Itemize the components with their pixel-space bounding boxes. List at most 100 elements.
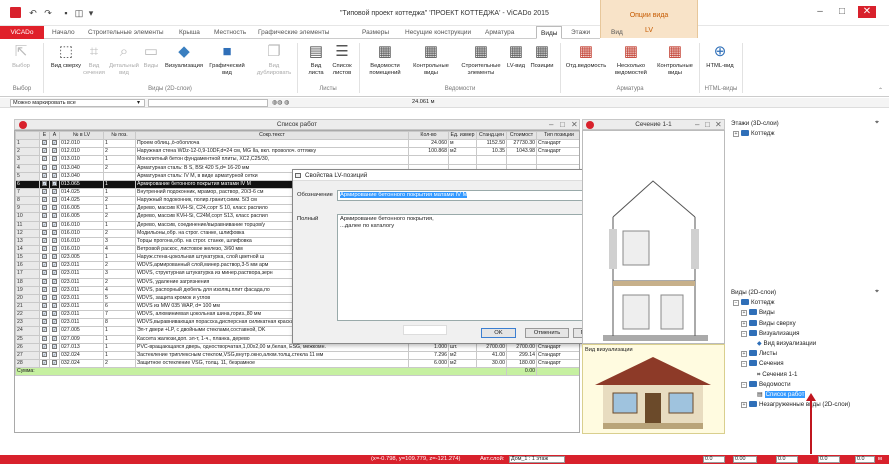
- panel-restore-icon[interactable]: □: [705, 120, 710, 130]
- table-row[interactable]: 1 ✓ ✓ 012.010 1 Проем облиц.,ö-обоплоча 24.060…: [15, 139, 579, 149]
- minimize-icon[interactable]: –: [814, 6, 826, 18]
- checkbox[interactable]: ✓: [42, 246, 47, 252]
- checkbox[interactable]: ✓: [42, 295, 47, 300]
- checkbox[interactable]: ✓: [52, 279, 57, 284]
- checkbox[interactable]: ✓: [42, 205, 47, 211]
- checkbox[interactable]: ✓: [52, 230, 57, 235]
- checkbox[interactable]: ✓: [52, 222, 57, 227]
- pin-icon[interactable]: ⌖: [875, 288, 879, 296]
- checkbox[interactable]: ✓: [42, 360, 47, 365]
- checkbox[interactable]: ✓: [52, 295, 57, 300]
- tree-item-unloaded-views[interactable]: + Незагруженные виды (2D-слои): [727, 400, 887, 410]
- checkbox[interactable]: ✓: [42, 213, 47, 219]
- close-icon[interactable]: ✕: [858, 6, 876, 18]
- checkbox[interactable]: ✓: [42, 189, 47, 195]
- tab-reinforcement[interactable]: Арматура: [485, 26, 514, 39]
- column-header[interactable]: E: [39, 131, 50, 141]
- panel-close-icon[interactable]: ✕: [571, 120, 578, 130]
- detail-view-button[interactable]: ⌕ Детальный вид: [108, 41, 140, 77]
- redo-icon[interactable]: ↷: [43, 8, 53, 18]
- full-text-field[interactable]: Армирование бетонного покрытия, ...далее…: [337, 214, 591, 321]
- expand-icon[interactable]: +: [733, 131, 739, 138]
- tree-item-viz-view[interactable]: ◆ Вид визуализации: [727, 339, 887, 349]
- building-elements-button[interactable]: ▦ Строительные элементы: [458, 41, 504, 77]
- tab-graphic-elements[interactable]: Графические элементы: [258, 26, 329, 39]
- tree-item-views[interactable]: + Виды: [727, 308, 887, 318]
- status-field-1[interactable]: 0.0: [703, 456, 725, 463]
- checkbox[interactable]: ✓: [42, 279, 47, 284]
- selection-filter-dropdown[interactable]: Можно маркировать все: [10, 99, 145, 107]
- quick-access-dropdown-icon[interactable]: ▾: [86, 8, 96, 18]
- rebar-control-views-button[interactable]: ▦ Контрольные виды: [654, 41, 696, 77]
- checkbox[interactable]: ✓: [42, 270, 47, 276]
- checkbox[interactable]: ✓: [42, 156, 47, 162]
- tree-item-cottage[interactable]: − Коттедж: [727, 298, 887, 308]
- tree-item-sheets[interactable]: + Листы: [727, 349, 887, 359]
- visualization-canvas[interactable]: Вид визуализации: [582, 344, 725, 434]
- panel-minimize-icon[interactable]: –: [549, 120, 553, 130]
- html-view-button[interactable]: ⊕ HTML-вид: [702, 41, 738, 70]
- column-header[interactable]: Ед. измер: [448, 131, 477, 141]
- checkbox[interactable]: ✓: [52, 213, 57, 219]
- column-header[interactable]: № в LV: [59, 131, 104, 141]
- checkbox[interactable]: ✓: [52, 254, 57, 260]
- checkbox[interactable]: ✓: [42, 287, 47, 292]
- chevron-down-icon[interactable]: ▾: [137, 99, 140, 106]
- checkbox[interactable]: ✓: [52, 181, 57, 186]
- collapse-icon[interactable]: −: [741, 330, 747, 337]
- checkbox[interactable]: ✓: [52, 246, 57, 252]
- checkbox[interactable]: ✓: [52, 173, 57, 178]
- checkbox[interactable]: ✓: [52, 360, 57, 365]
- checkbox[interactable]: ✓: [42, 181, 47, 186]
- table-row[interactable]: 3 ✓ ✓ 013.010 1 Монолитный бетон фундаментной…: [15, 155, 579, 165]
- pin-icon[interactable]: ⌖: [875, 119, 879, 127]
- section-view-canvas[interactable]: [582, 130, 725, 344]
- column-header[interactable]: Сокр.текст: [135, 131, 409, 141]
- expand-icon[interactable]: +: [741, 351, 747, 358]
- table-row[interactable]: 27 ✓ ✓ 032.024 1 Застекление триплексным стек…: [15, 350, 579, 360]
- checkbox[interactable]: ✓: [42, 148, 47, 154]
- separate-schedule-button[interactable]: ▦ Отд.ведомость: [564, 41, 608, 70]
- select-button[interactable]: ⇱ Выбор: [6, 41, 36, 70]
- duplicate-view-button[interactable]: ❐ Вид дублировать: [256, 41, 292, 77]
- collapse-icon[interactable]: −: [741, 361, 747, 368]
- panel-close-icon[interactable]: ✕: [715, 120, 722, 130]
- checkbox[interactable]: ✓: [42, 173, 47, 178]
- checkbox[interactable]: ✓: [42, 140, 47, 146]
- floors-tree-root[interactable]: + Коттедж: [727, 129, 887, 139]
- control-views-button[interactable]: ▦ Контрольные виды: [410, 41, 452, 77]
- checkbox[interactable]: ✓: [52, 140, 57, 146]
- status-field-4[interactable]: 0.0: [818, 456, 840, 463]
- column-header[interactable]: Кол-во: [408, 131, 449, 141]
- status-field-5[interactable]: 0.0: [855, 456, 875, 463]
- cancel-button[interactable]: Отменить: [525, 328, 569, 338]
- tab-dimensions[interactable]: Размеры: [362, 26, 389, 39]
- checkbox[interactable]: ✓: [42, 222, 47, 227]
- ok-button[interactable]: OK: [481, 328, 516, 338]
- tab-building-elements[interactable]: Строительные элементы: [88, 26, 164, 39]
- maximize-icon[interactable]: □: [836, 6, 848, 18]
- save-icon[interactable]: ▪: [61, 8, 71, 18]
- table-row[interactable]: 28 ✓ ✓ 032.024 2 Защитное остекление VSG, тол…: [15, 358, 579, 369]
- checkbox[interactable]: ✓: [52, 352, 57, 357]
- collapse-icon[interactable]: −: [741, 381, 747, 388]
- graphic-view-button[interactable]: ■ Графический вид: [206, 41, 248, 77]
- checkbox[interactable]: ✓: [52, 189, 57, 195]
- active-layer-select[interactable]: Дом_1 : 1 этаж: [509, 456, 565, 463]
- checkbox[interactable]: ✓: [42, 262, 47, 268]
- top-view-button[interactable]: ⬚ Вид сверху: [50, 41, 82, 70]
- column-header[interactable]: № поз.: [103, 131, 136, 141]
- tree-item-top-views[interactable]: + Виды сверху: [727, 319, 887, 329]
- column-header[interactable]: Стоимост: [506, 131, 537, 141]
- tree-item-visualization[interactable]: − Визуализация: [727, 329, 887, 339]
- status-field-2[interactable]: 0.00: [733, 456, 757, 463]
- checkbox[interactable]: ✓: [42, 165, 47, 170]
- panel-restore-icon[interactable]: □: [560, 120, 565, 130]
- section-view-button[interactable]: ⌗ Вид сечения: [80, 41, 108, 77]
- file-tab[interactable]: ViCADo: [0, 26, 44, 39]
- checkbox[interactable]: ✓: [52, 327, 57, 333]
- secondary-dropdown[interactable]: [148, 99, 268, 107]
- checkbox[interactable]: ✓: [52, 344, 57, 349]
- expand-icon[interactable]: +: [741, 320, 747, 327]
- status-field-3[interactable]: 0.0: [776, 456, 798, 463]
